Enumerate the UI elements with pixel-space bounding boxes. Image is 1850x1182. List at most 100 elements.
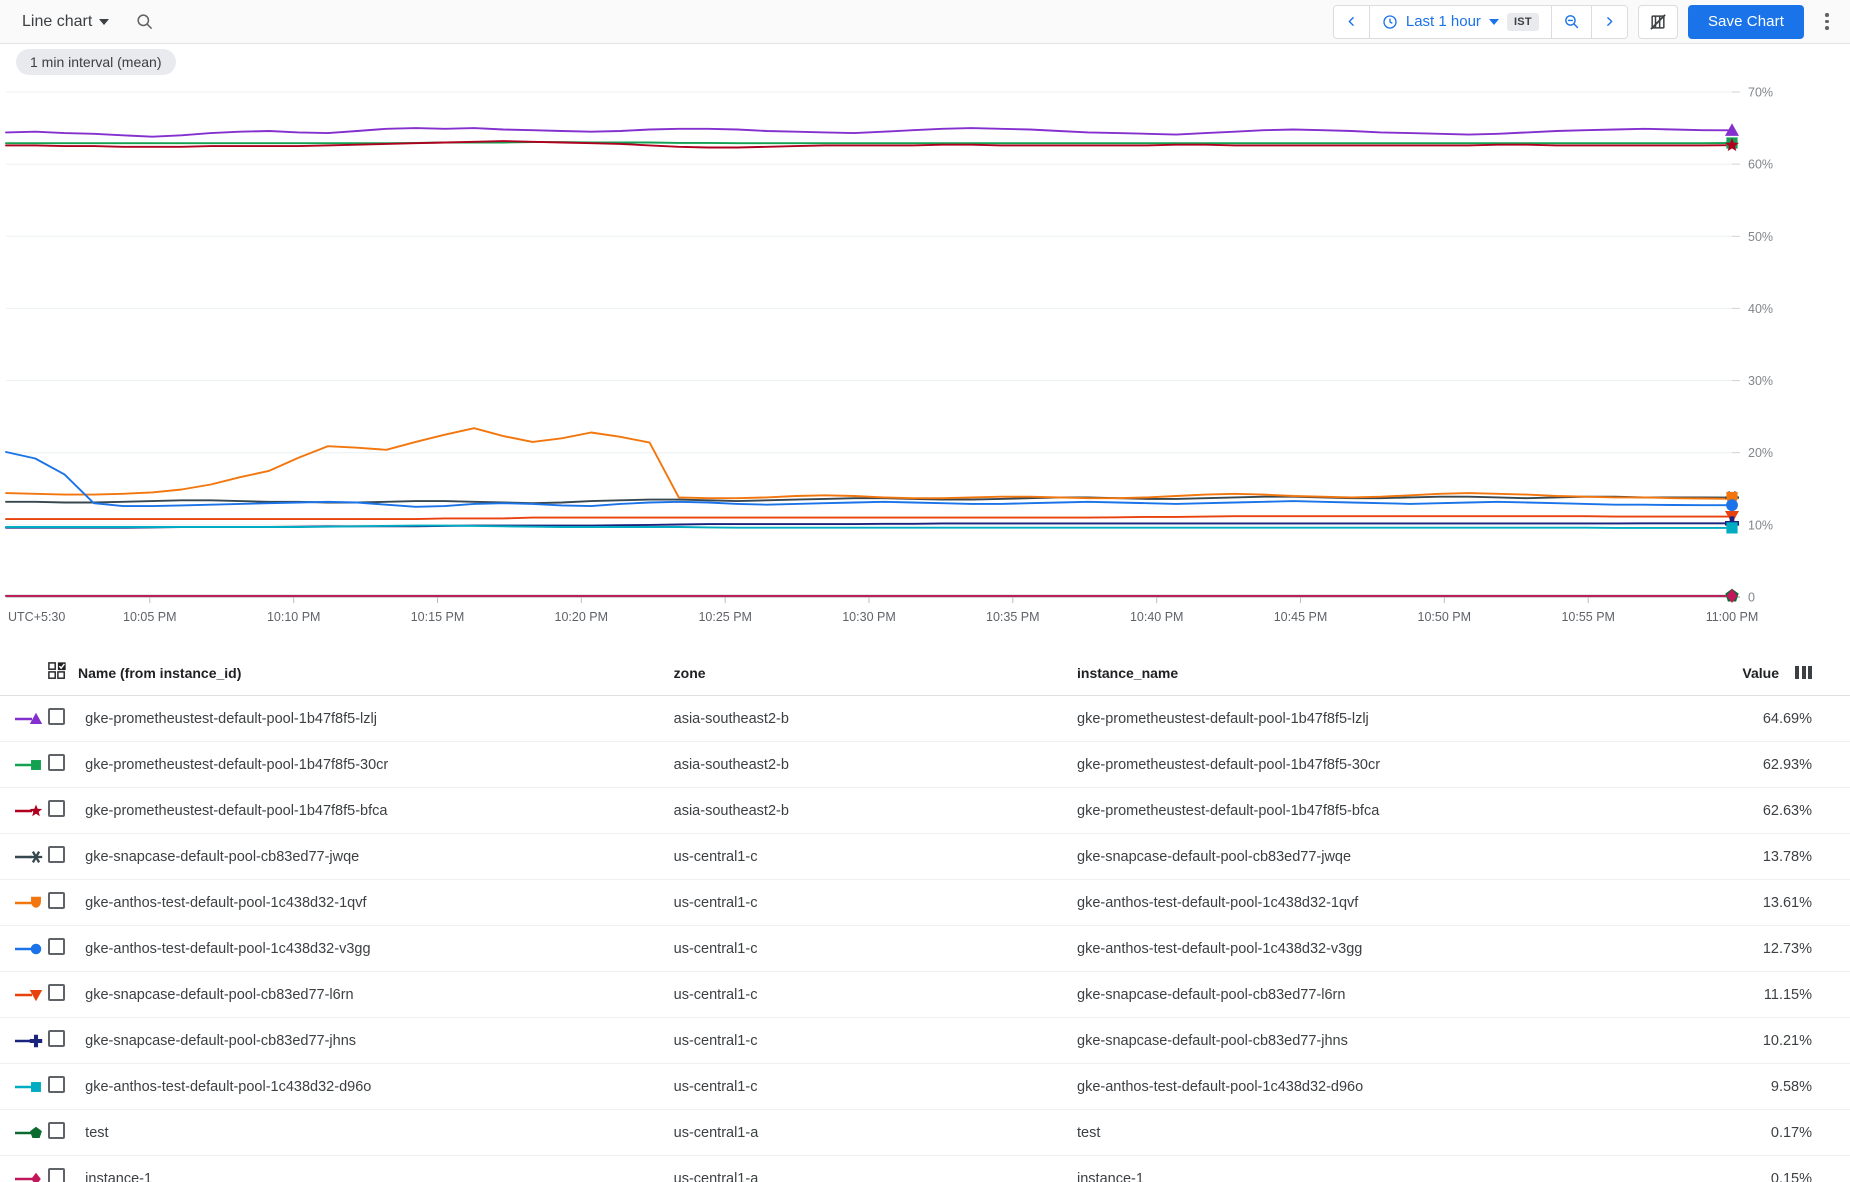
series-line[interactable]: [6, 526, 1732, 528]
clock-icon: [1382, 14, 1398, 30]
table-body: gke-prometheustest-default-pool-1b47f8f5…: [0, 696, 1850, 1182]
row-checkbox[interactable]: [48, 1076, 65, 1093]
row-name: gke-snapcase-default-pool-cb83ed77-jhns: [85, 1018, 673, 1064]
table-row[interactable]: test us-central1-a test 0.17%: [0, 1110, 1850, 1156]
table-row[interactable]: instance-1 us-central1-a instance-1 0.15…: [0, 1156, 1850, 1182]
y-axis-tick: 40%: [1748, 302, 1773, 316]
row-zone: us-central1-c: [674, 834, 1077, 880]
timezone-axis-label: UTC+5:30: [8, 610, 65, 624]
row-instance-name: gke-snapcase-default-pool-cb83ed77-l6rn: [1077, 972, 1742, 1018]
table-row[interactable]: gke-prometheustest-default-pool-1b47f8f5…: [0, 696, 1850, 742]
series-line[interactable]: [6, 516, 1732, 519]
row-zone: us-central1-c: [674, 972, 1077, 1018]
toggle-legend-button[interactable]: [1638, 5, 1678, 39]
interval-chip[interactable]: 1 min interval (mean): [16, 49, 176, 75]
chart-type-dropdown[interactable]: Line chart: [18, 10, 113, 34]
row-name: gke-snapcase-default-pool-cb83ed77-l6rn: [85, 972, 673, 1018]
table-row[interactable]: gke-snapcase-default-pool-cb83ed77-jhns …: [0, 1018, 1850, 1064]
toolbar-right-group: Last 1 hour IST: [1333, 5, 1840, 39]
series-line[interactable]: [6, 141, 1732, 147]
header-marker: [0, 652, 48, 696]
header-value[interactable]: Value: [1742, 652, 1850, 696]
row-value: 13.61%: [1742, 880, 1850, 926]
timezone-chip[interactable]: IST: [1507, 13, 1539, 31]
header-value-label: Value: [1742, 665, 1779, 681]
row-instance-name: gke-snapcase-default-pool-cb83ed77-jwqe: [1077, 834, 1742, 880]
table-row[interactable]: gke-anthos-test-default-pool-1c438d32-v3…: [0, 926, 1850, 972]
table-row[interactable]: gke-prometheustest-default-pool-1b47f8f5…: [0, 742, 1850, 788]
series-line[interactable]: [6, 128, 1732, 137]
row-marker: [0, 1064, 48, 1110]
y-axis-tick: 20%: [1748, 446, 1773, 460]
table-row[interactable]: gke-snapcase-default-pool-cb83ed77-jwqe …: [0, 834, 1850, 880]
row-checkbox-cell[interactable]: [48, 1064, 85, 1110]
row-instance-name: gke-anthos-test-default-pool-1c438d32-1q…: [1077, 880, 1742, 926]
zoom-out-button[interactable]: [1552, 6, 1591, 38]
row-checkbox[interactable]: [48, 1168, 65, 1182]
x-axis-tick: 10:45 PM: [1274, 610, 1328, 624]
header-instance-name[interactable]: instance_name: [1077, 652, 1742, 696]
y-axis-tick: 10%: [1748, 518, 1773, 532]
header-zone[interactable]: zone: [674, 652, 1077, 696]
series-marker-icon: [14, 1077, 48, 1097]
row-marker: [0, 788, 48, 834]
row-instance-name: gke-anthos-test-default-pool-1c438d32-v3…: [1077, 926, 1742, 972]
row-checkbox[interactable]: [48, 800, 65, 817]
row-name: gke-prometheustest-default-pool-1b47f8f5…: [85, 788, 673, 834]
row-marker: [0, 742, 48, 788]
more-vertical-icon[interactable]: [1814, 5, 1840, 39]
search-icon[interactable]: [135, 12, 154, 31]
line-chart[interactable]: 010%20%30%40%50%60%70%10:05 PM10:10 PM10…: [0, 82, 1850, 652]
y-axis-tick: 0: [1748, 591, 1755, 605]
row-checkbox[interactable]: [48, 938, 65, 955]
row-checkbox-cell[interactable]: [48, 972, 85, 1018]
row-name: gke-snapcase-default-pool-cb83ed77-jwqe: [85, 834, 673, 880]
row-checkbox-cell[interactable]: [48, 788, 85, 834]
row-checkbox-cell[interactable]: [48, 1156, 85, 1182]
row-value: 0.17%: [1742, 1110, 1850, 1156]
row-checkbox[interactable]: [48, 1030, 65, 1047]
header-name[interactable]: Name (from instance_id): [48, 652, 674, 696]
row-checkbox[interactable]: [48, 708, 65, 725]
previous-period-button[interactable]: [1334, 6, 1369, 38]
row-checkbox-cell[interactable]: [48, 880, 85, 926]
row-zone: us-central1-c: [674, 1064, 1077, 1110]
row-checkbox-cell[interactable]: [48, 742, 85, 788]
row-name: gke-prometheustest-default-pool-1b47f8f5…: [85, 742, 673, 788]
x-axis-tick: 10:05 PM: [123, 610, 177, 624]
row-checkbox-cell[interactable]: [48, 696, 85, 742]
row-zone: us-central1-a: [674, 1110, 1077, 1156]
table-row[interactable]: gke-prometheustest-default-pool-1b47f8f5…: [0, 788, 1850, 834]
row-marker: [0, 1110, 48, 1156]
row-zone: asia-southeast2-b: [674, 788, 1077, 834]
x-axis-tick: 10:35 PM: [986, 610, 1040, 624]
row-checkbox[interactable]: [48, 984, 65, 1001]
row-checkbox[interactable]: [48, 1122, 65, 1139]
row-checkbox[interactable]: [48, 754, 65, 771]
row-value: 10.21%: [1742, 1018, 1850, 1064]
series-end-marker: [1726, 499, 1738, 511]
row-checkbox-cell[interactable]: [48, 1110, 85, 1156]
row-checkbox-cell[interactable]: [48, 1018, 85, 1064]
y-axis-tick: 60%: [1748, 158, 1773, 172]
table-row[interactable]: gke-anthos-test-default-pool-1c438d32-1q…: [0, 880, 1850, 926]
columns-icon[interactable]: [1795, 666, 1812, 679]
row-instance-name: gke-prometheustest-default-pool-1b47f8f5…: [1077, 696, 1742, 742]
next-period-button[interactable]: [1592, 6, 1627, 38]
series-line[interactable]: [6, 428, 1732, 499]
row-marker: [0, 972, 48, 1018]
time-range-dropdown[interactable]: Last 1 hour IST: [1370, 6, 1551, 38]
select-all-grid-icon[interactable]: [48, 662, 66, 683]
chart-area[interactable]: 010%20%30%40%50%60%70%10:05 PM10:10 PM10…: [0, 82, 1850, 652]
row-checkbox[interactable]: [48, 846, 65, 863]
row-instance-name: gke-prometheustest-default-pool-1b47f8f5…: [1077, 742, 1742, 788]
save-chart-button[interactable]: Save Chart: [1688, 5, 1804, 39]
series-line[interactable]: [6, 142, 1732, 143]
row-checkbox[interactable]: [48, 892, 65, 909]
row-checkbox-cell[interactable]: [48, 834, 85, 880]
series-end-marker: [1726, 522, 1737, 533]
table-row[interactable]: gke-snapcase-default-pool-cb83ed77-l6rn …: [0, 972, 1850, 1018]
table-row[interactable]: gke-anthos-test-default-pool-1c438d32-d9…: [0, 1064, 1850, 1110]
row-zone: us-central1-c: [674, 880, 1077, 926]
row-checkbox-cell[interactable]: [48, 926, 85, 972]
